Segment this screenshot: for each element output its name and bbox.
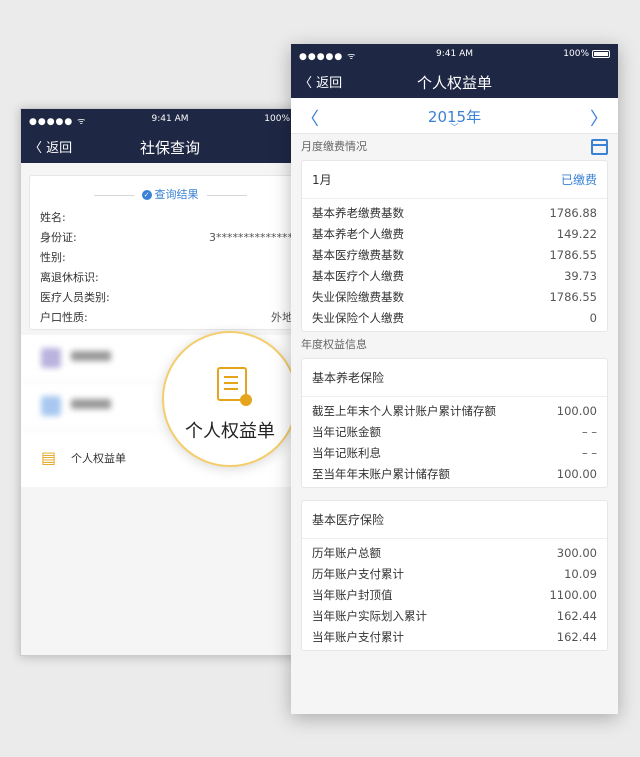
list-item: 基本养老个人缴费 149.22 <box>312 227 597 241</box>
content-area: 〈 2015年 ﹀ 〉 月度缴费情况 1月 已缴费 基本养老缴费基数 1786.8… <box>291 98 618 714</box>
list-item: 历年账户总额 300.00 <box>312 546 597 560</box>
info-row-gender: 性别: <box>40 251 66 264</box>
nav-bar: 〈 返回 社保查询 <box>21 129 319 163</box>
month-label: 1月 <box>312 173 332 187</box>
calendar-icon[interactable] <box>591 139 608 155</box>
annual-section-title: 年度权益信息 <box>301 338 367 351</box>
monthly-section-title: 月度缴费情况 <box>291 134 618 160</box>
service-icon <box>41 348 61 368</box>
list-item: 历年账户支付累计 10.09 <box>312 567 597 581</box>
highlight-bubble: 个人权益单 <box>162 331 298 467</box>
medical-title: 基本医疗保险 <box>302 501 607 539</box>
divider <box>93 194 134 196</box>
blurred-label <box>71 399 111 409</box>
list-item: 截至上年末个人累计账户累计储存额 100.00 <box>312 404 597 418</box>
battery-level: 100% <box>563 49 589 59</box>
certificate-icon <box>217 367 252 406</box>
right-phone-screen: ●●●●● ᯤ 9:41 AM 100% 〈 返回 个人权益单 〈 2015年 … <box>291 44 618 714</box>
page-title: 个人权益单 <box>416 74 492 92</box>
info-row-medical-type: 医疗人员类别:在 <box>40 291 304 304</box>
payment-list: 基本养老缴费基数 1786.88 基本养老个人缴费 149.22 基本医疗缴费基数 1… <box>302 199 607 331</box>
result-title: 查询结果 <box>154 188 199 201</box>
chevron-down-icon[interactable]: ﹀ <box>291 122 618 133</box>
list-item: 基本养老缴费基数 1786.88 <box>312 206 597 220</box>
list-item: 基本医疗缴费基数 1786.55 <box>312 248 597 262</box>
medical-card: 基本医疗保险 历年账户总额 300.00 历年账户支付累计 10.09 当年账户封顶… <box>301 500 608 651</box>
list-item: 至当年年末账户累计储存额 100.00 <box>312 467 597 481</box>
left-phone-screen: ●●●●● ᯤ 9:41 AM 100% 〈 返回 社保查询 ✓ 查询结果 姓名:… <box>20 108 320 656</box>
month-header: 1月 已缴费 <box>302 161 607 199</box>
pension-card: 基本养老保险 截至上年末个人累计账户累计储存额 100.00 当年记账金额 – – … <box>301 358 608 488</box>
status-bar: ●●●●● ᯤ 9:41 AM 100% <box>21 109 319 129</box>
result-header: ✓ 查询结果 <box>30 176 310 202</box>
info-row-retire: 离退休标识:在 <box>40 271 304 284</box>
status-bar: ●●●●● ᯤ 9:41 AM 100% <box>291 44 618 64</box>
info-row-household: 户口性质: 外地农 <box>40 311 304 324</box>
list-item: 当年账户支付累计 162.44 <box>312 630 597 644</box>
battery-icon: 100% <box>563 49 610 59</box>
list-item: 当年记账利息 – – <box>312 446 597 460</box>
service-tile[interactable] <box>21 335 170 382</box>
service-tile[interactable] <box>21 383 170 430</box>
list-item: 当年账户实际划入累计 162.44 <box>312 609 597 623</box>
monthly-payment-card: 1月 已缴费 基本养老缴费基数 1786.88 基本养老个人缴费 149.22 基本… <box>301 160 608 332</box>
year-selector: 〈 2015年 ﹀ 〉 <box>291 98 618 134</box>
medical-list: 历年账户总额 300.00 历年账户支付累计 10.09 当年账户封顶值 1100.0… <box>302 539 607 650</box>
service-icon <box>41 396 61 416</box>
list-item: 基本医疗个人缴费 39.73 <box>312 269 597 283</box>
info-list: 姓名:王 身份证:3**************** 性别: 离退休标识:在 医… <box>30 202 310 328</box>
check-icon: ✓ <box>141 190 152 200</box>
list-item: 失业保险个人缴费 0 <box>312 311 597 325</box>
divider <box>206 194 247 196</box>
blurred-label <box>71 351 111 361</box>
query-result-card: ✓查询结果 姓名:王 身份证:3**************** 性别: 离退休… <box>29 175 311 330</box>
personal-rights-label: 个人权益单 <box>71 452 126 465</box>
list-item: 失业保险缴费基数 1786.55 <box>312 290 597 304</box>
info-row-id: 身份证: 3**************** <box>40 231 304 244</box>
pension-list: 截至上年末个人累计账户累计储存额 100.00 当年记账金额 – – 当年记账利息 –… <box>302 397 607 487</box>
pension-title: 基本养老保险 <box>302 359 607 397</box>
list-item: 当年记账金额 – – <box>312 425 597 439</box>
info-row-name: 姓名:王 <box>40 211 304 224</box>
payment-status-badge: 已缴费 <box>560 173 597 187</box>
battery-level: 100% <box>264 114 290 124</box>
certificate-icon: ▤ <box>41 448 57 467</box>
chevron-right-icon[interactable]: 〉 <box>590 105 608 131</box>
list-item: 当年账户封顶值 1100.00 <box>312 588 597 602</box>
nav-bar: 〈 返回 个人权益单 <box>291 64 618 98</box>
bubble-label: 个人权益单 <box>185 421 275 442</box>
page-title: 社保查询 <box>139 139 200 157</box>
